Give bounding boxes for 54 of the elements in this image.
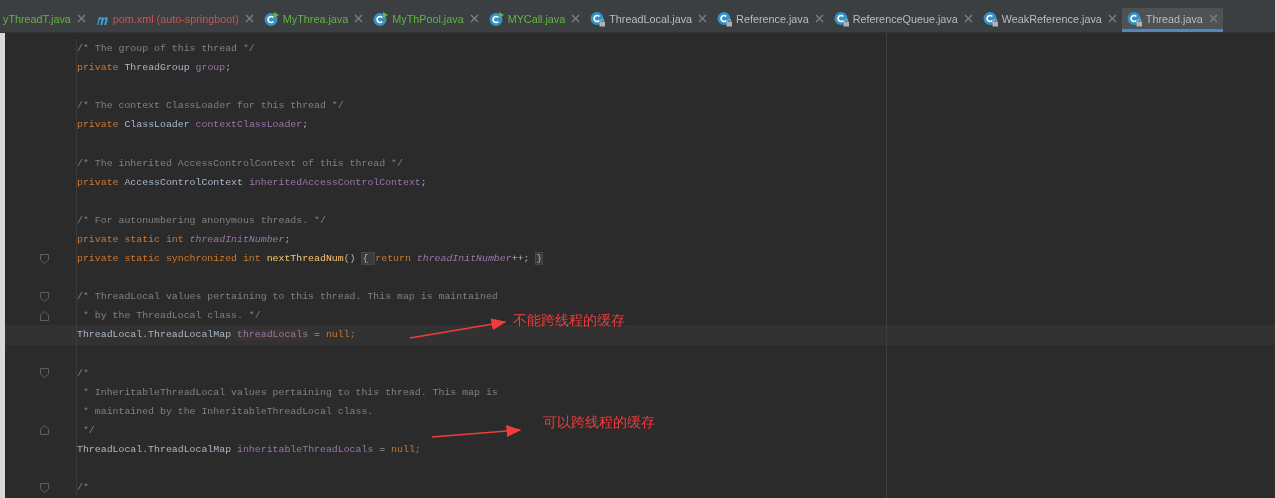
code-line: /* The group of this thread */ bbox=[77, 43, 255, 55]
fold-icon[interactable] bbox=[40, 253, 49, 264]
code-line: /* bbox=[77, 367, 89, 379]
code-line: private static synchronized int nextThreadNum() { return threadInitNumber++; } bbox=[77, 253, 544, 265]
close-icon[interactable] bbox=[571, 14, 581, 23]
editor-tab[interactable]: Thread.java bbox=[1121, 8, 1223, 32]
code-line: ThreadLocal.ThreadLocalMap threadLocals = null; bbox=[77, 329, 356, 341]
locked-class-icon bbox=[1126, 10, 1143, 27]
editor-tab[interactable]: yThreadT.java bbox=[0, 8, 91, 32]
code-line: * maintained by the InheritableThreadLocal class. bbox=[81, 405, 374, 417]
code-line: * InheritableThreadLocal values pertaining to this thread. This map is bbox=[81, 386, 498, 398]
annotation-text: 可以跨线程的缓存 bbox=[543, 414, 655, 432]
code-line: /* The inherited AccessControlContext of this thread */ bbox=[77, 157, 403, 169]
locked-class-icon bbox=[717, 10, 734, 27]
close-icon[interactable] bbox=[814, 14, 824, 23]
editor-tab[interactable]: MyThrea.java bbox=[258, 8, 369, 32]
code-line: private static int threadInitNumber; bbox=[77, 234, 291, 245]
fold-icon[interactable] bbox=[40, 482, 49, 493]
close-icon[interactable] bbox=[354, 14, 364, 23]
editor-tab[interactable]: ThreadLocal.java bbox=[585, 8, 713, 32]
close-icon[interactable] bbox=[1107, 14, 1117, 23]
locked-class-icon bbox=[590, 10, 607, 27]
code-line: private AccessControlContext inheritedAccessControlContext; bbox=[77, 176, 427, 188]
locked-class-icon bbox=[833, 10, 850, 27]
unfold-icon[interactable] bbox=[40, 425, 49, 436]
editor-tab[interactable]: Reference.java bbox=[712, 8, 829, 32]
code-line: /* For autonumbering anonymous threads. */ bbox=[77, 214, 326, 226]
fold-icon[interactable] bbox=[40, 368, 49, 379]
unfold-icon[interactable] bbox=[40, 310, 49, 321]
code-line: ThreadLocal.ThreadLocalMap inheritableThreadLocals = null; bbox=[77, 444, 421, 455]
code-line: * by the ThreadLocal class. */ bbox=[81, 310, 261, 322]
close-icon[interactable] bbox=[698, 14, 708, 23]
code-line: private ThreadGroup group; bbox=[77, 62, 232, 74]
close-icon[interactable] bbox=[469, 14, 479, 23]
code-line: /* ThreadLocal values pertaining to this thread. This map is maintained bbox=[77, 291, 498, 303]
editor-tab[interactable]: MYCall.java bbox=[483, 8, 586, 32]
code-line: /* The context ClassLoader for this thread */ bbox=[77, 100, 344, 112]
editor-tab[interactable]: MyThPool.java bbox=[368, 8, 484, 32]
editor-tab[interactable]: ReferenceQueue.java bbox=[828, 8, 978, 32]
close-icon[interactable] bbox=[76, 14, 86, 23]
class-run-icon bbox=[488, 10, 505, 27]
class-run-icon bbox=[263, 10, 280, 27]
editor-tab[interactable]: pom.xml (auto-springboot) bbox=[90, 8, 259, 32]
code-line: private ClassLoader contextClassLoader; bbox=[77, 119, 309, 131]
locked-class-icon bbox=[982, 10, 999, 27]
code-line: /* bbox=[77, 482, 89, 494]
close-icon[interactable] bbox=[1208, 14, 1218, 23]
fold-icon[interactable] bbox=[40, 291, 49, 302]
close-icon[interactable] bbox=[244, 14, 254, 23]
code-line: */ bbox=[81, 424, 95, 436]
editor-tab[interactable]: WeakReference.java bbox=[977, 8, 1122, 32]
close-icon[interactable] bbox=[963, 14, 973, 23]
class-run-icon bbox=[373, 10, 390, 27]
annotation-text: 不能跨线程的缓存 bbox=[513, 312, 625, 330]
